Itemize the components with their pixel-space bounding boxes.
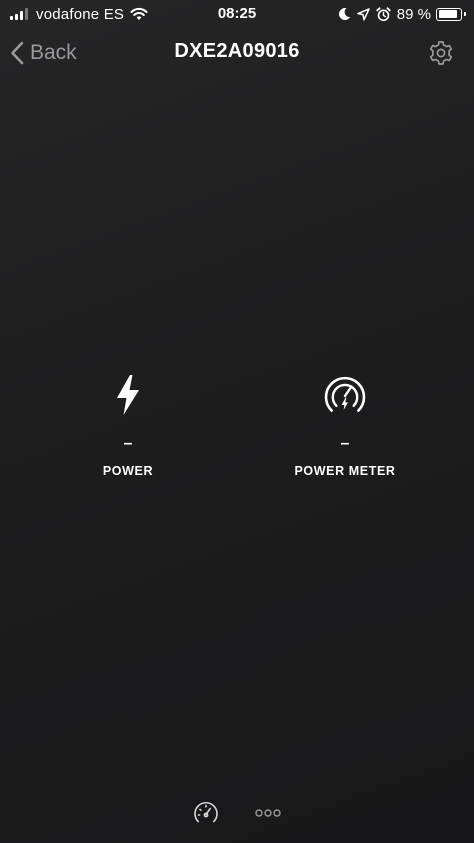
status-right: 89 % (338, 4, 466, 24)
battery-cap (464, 12, 466, 16)
power-label: POWER (102, 464, 154, 478)
more-tab-button[interactable] (254, 806, 282, 820)
bottom-tab-bar (0, 796, 474, 832)
gauge-tab-button[interactable] (193, 800, 219, 826)
power-tile[interactable]: – POWER (38, 372, 218, 482)
gauge-icon (194, 802, 218, 823)
lightning-bolt-icon (117, 375, 139, 415)
status-bar: vodafone ES 08:25 89 % (0, 0, 474, 28)
battery-icon (436, 7, 462, 21)
navigation-bar: Back DXE2A09016 (0, 30, 474, 76)
battery-fill (438, 10, 457, 18)
moon-icon (338, 8, 350, 21)
power-meter-value: – (340, 435, 350, 452)
page-title: DXE2A09016 (174, 40, 300, 62)
power-meter-label: POWER METER (294, 464, 396, 478)
more-dots-icon (255, 809, 281, 817)
gear-icon (429, 41, 453, 65)
power-tile-icon-wrap (38, 372, 218, 418)
power-meter-tile-icon-wrap (255, 372, 435, 418)
settings-button[interactable] (428, 40, 454, 66)
power-value: – (123, 435, 133, 452)
power-meter-gauge-icon (324, 376, 366, 412)
location-icon (357, 7, 370, 21)
alarm-icon (376, 6, 391, 21)
battery-percent: 89 % (396, 5, 431, 23)
power-meter-tile[interactable]: – POWER METER (255, 372, 435, 482)
device-screen: vodafone ES 08:25 89 % Back DXE2A09016 –… (0, 0, 474, 843)
